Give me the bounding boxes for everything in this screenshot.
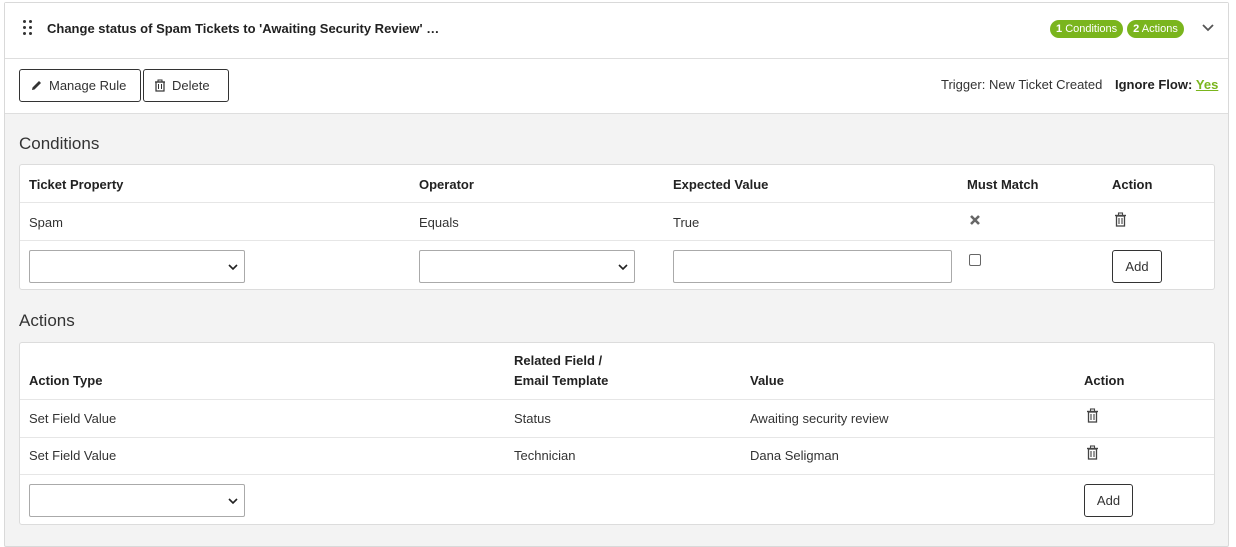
action-type-select[interactable] <box>29 484 245 517</box>
chevron-down-icon[interactable] <box>1201 21 1215 35</box>
actions-table: Action Type Related Field / Email Templa… <box>19 342 1215 525</box>
trash-icon[interactable] <box>1086 408 1099 423</box>
actions-badge-label: Actions <box>1141 23 1178 35</box>
delete-button[interactable]: Delete <box>143 69 229 102</box>
action-value: Awaiting security review <box>750 411 889 426</box>
action-related: Status <box>514 411 551 426</box>
trash-icon <box>155 79 165 92</box>
chevron-down-icon <box>228 264 238 271</box>
conditions-badge: 1 Conditions <box>1050 20 1124 38</box>
header-action-type: Action Type <box>29 373 103 388</box>
chevron-down-icon <box>618 264 628 271</box>
add-condition-button[interactable]: Add <box>1112 250 1162 283</box>
header-value: Value <box>750 373 784 388</box>
condition-operator: Equals <box>419 215 459 230</box>
ignore-flow-value[interactable]: Yes <box>1196 77 1218 92</box>
rule-title: Change status of Spam Tickets to 'Awaiti… <box>47 21 440 36</box>
trash-icon[interactable] <box>1114 212 1127 227</box>
conditions-table: Ticket Property Operator Expected Value … <box>19 164 1215 290</box>
actions-title: Actions <box>19 311 75 330</box>
trigger-info: Trigger: New Ticket Created <box>941 77 1102 92</box>
action-type: Set Field Value <box>29 448 117 463</box>
header-related-field: Related Field / <box>514 353 603 368</box>
pencil-icon <box>32 81 41 90</box>
manage-rule-button[interactable]: Manage Rule <box>19 69 141 102</box>
chevron-down-icon <box>228 498 238 505</box>
rule-badges: 1 Conditions 2 Actions <box>1050 20 1184 38</box>
header-ticket-property: Ticket Property <box>29 177 124 192</box>
actions-badge: 2 Actions <box>1127 20 1184 38</box>
trigger-label: Trigger: <box>941 77 986 92</box>
delete-label: Delete <box>172 78 210 93</box>
header-action: Action <box>1112 177 1153 192</box>
condition-property: Spam <box>29 215 63 230</box>
manage-rule-label: Manage Rule <box>49 78 127 93</box>
action-related: Technician <box>514 448 576 463</box>
header-expected-value: Expected Value <box>673 177 769 192</box>
conditions-badge-label: Conditions <box>1065 23 1118 35</box>
conditions-count: 1 <box>1056 23 1063 35</box>
condition-expected: True <box>673 215 700 230</box>
rule-header[interactable]: Change status of Spam Tickets to 'Awaiti… <box>5 3 1228 59</box>
operator-select[interactable] <box>419 250 635 283</box>
trash-icon[interactable] <box>1086 445 1099 460</box>
actions-count: 2 <box>1133 23 1140 35</box>
add-action-button[interactable]: Add <box>1084 484 1133 517</box>
header-email-template: Email Template <box>514 373 609 388</box>
header-action: Action <box>1084 373 1125 388</box>
x-mark-icon <box>970 215 980 225</box>
drag-handle-icon[interactable] <box>23 20 33 38</box>
expected-value-input[interactable] <box>673 250 952 283</box>
action-type: Set Field Value <box>29 411 117 426</box>
must-match-checkbox[interactable] <box>969 254 981 266</box>
header-operator: Operator <box>419 177 474 192</box>
conditions-title: Conditions <box>19 134 100 153</box>
header-must-match: Must Match <box>967 177 1039 192</box>
trigger-value: New Ticket Created <box>988 77 1103 92</box>
rule-toolbar: Manage Rule Delete Trigger: New Ticket C… <box>5 59 1228 114</box>
rule-card: Change status of Spam Tickets to 'Awaiti… <box>4 2 1229 547</box>
property-select[interactable] <box>29 250 245 283</box>
action-value: Dana Seligman <box>750 448 839 463</box>
ignore-flow-label: Ignore Flow: <box>1115 77 1193 92</box>
ignore-flow: Ignore Flow: Yes <box>1115 77 1218 92</box>
